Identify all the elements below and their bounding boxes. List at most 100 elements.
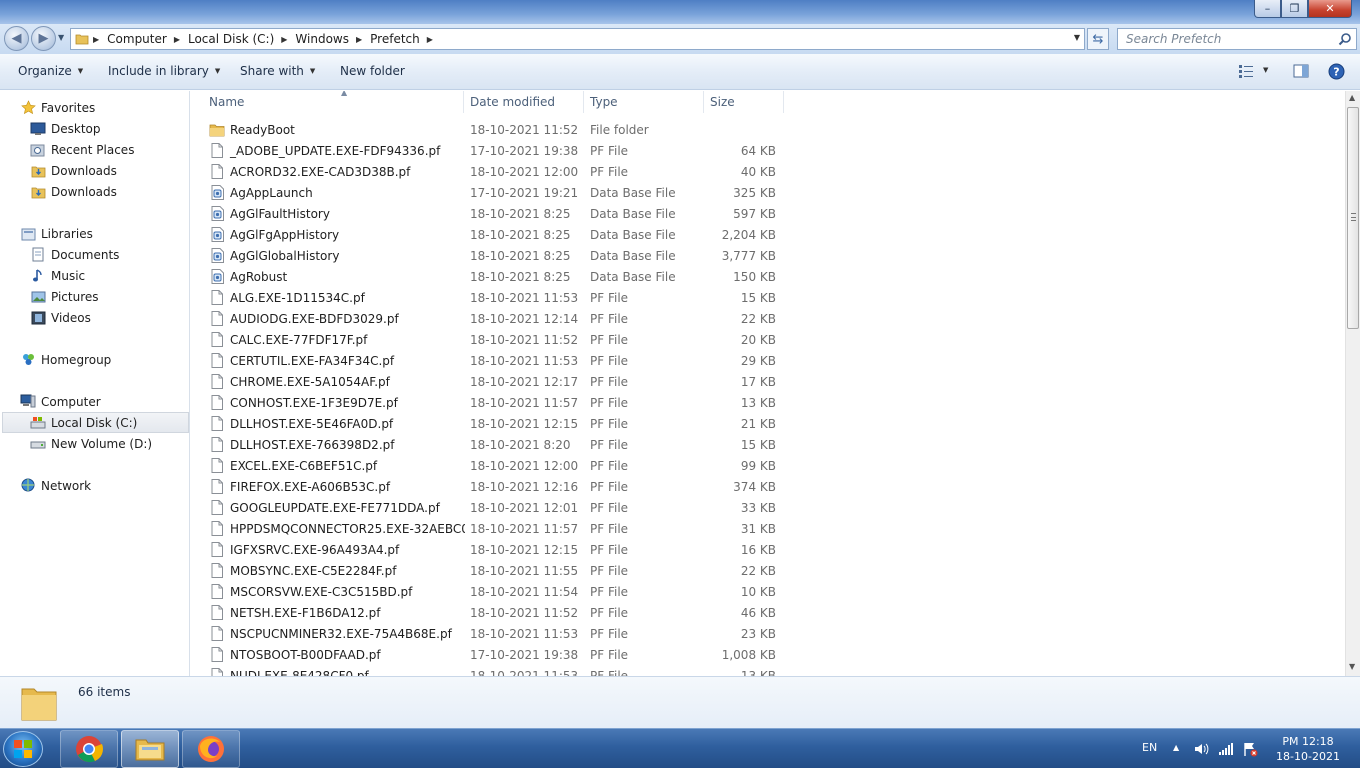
nav-favorites[interactable]: Favorites [20, 97, 95, 118]
file-name-label: _ADOBE_UPDATE.EXE-FDF94336.pf [230, 143, 441, 158]
nav-videos[interactable]: Videos [30, 307, 91, 328]
refresh-button[interactable]: ⇆ [1087, 28, 1109, 50]
minimize-button[interactable]: – [1254, 0, 1281, 18]
breadcrumb-prefetch[interactable]: Prefetch [370, 29, 420, 49]
share-with-menu[interactable]: Share with ▼ [240, 64, 315, 78]
file-name: ReadyBoot [209, 119, 465, 140]
file-row[interactable]: AgRobust 18-10-2021 8:25 Data Base File 150… [191, 266, 791, 287]
breadcrumb-computer[interactable]: Computer [107, 29, 167, 49]
address-field[interactable]: ▶ Computer ▶ Local Disk (C:) ▶ Windows ▶… [70, 28, 1085, 50]
view-options-dropdown-icon[interactable]: ▼ [1263, 66, 1268, 74]
file-row[interactable]: ReadyBoot 18-10-2021 11:52 File folder [191, 119, 791, 140]
search-input[interactable]: Search Prefetch [1117, 28, 1357, 50]
file-row[interactable]: _ADOBE_UPDATE.EXE-FDF94336.pf 17-10-2021 … [191, 140, 791, 161]
scroll-up-icon[interactable]: ▲ [1349, 93, 1355, 102]
back-button[interactable]: ◀ [4, 26, 29, 51]
scrollbar-thumb[interactable] [1347, 107, 1359, 329]
nav-documents[interactable]: Documents [30, 244, 119, 265]
taskbar-chrome[interactable] [60, 730, 118, 768]
nav-downloads-1[interactable]: Downloads [30, 160, 117, 181]
file-row[interactable]: CERTUTIL.EXE-FA34F34C.pf 18-10-2021 11:53… [191, 350, 791, 371]
breadcrumb-local-disk[interactable]: Local Disk (C:) [188, 29, 274, 49]
taskbar-firefox[interactable] [182, 730, 240, 768]
file-name-label: ReadyBoot [230, 122, 295, 137]
file-row[interactable]: NUDI.EXE-8E428CF0.pf 18-10-2021 11:53 PF F… [191, 665, 791, 676]
file-name: AgGlGlobalHistory [209, 245, 465, 266]
nav-pictures[interactable]: Pictures [30, 286, 99, 307]
file-icon [209, 626, 225, 642]
file-row[interactable]: EXCEL.EXE-C6BEF51C.pf 18-10-2021 12:00 PF … [191, 455, 791, 476]
scroll-down-icon[interactable]: ▼ [1349, 662, 1355, 671]
address-history-dropdown-icon[interactable]: ▼ [1074, 33, 1080, 42]
view-options-icon[interactable] [1238, 63, 1254, 79]
nav-local-disk-c[interactable]: Local Disk (C:) [2, 412, 189, 433]
close-button[interactable]: ✕ [1308, 0, 1352, 18]
file-type: PF File [590, 647, 629, 662]
breadcrumb-separator-icon[interactable]: ▶ [174, 35, 180, 44]
new-folder-button[interactable]: New folder [340, 64, 405, 78]
nav-homegroup[interactable]: Homegroup [20, 349, 111, 370]
firefox-icon [198, 736, 224, 762]
forward-button[interactable]: ▶ [31, 26, 56, 51]
file-size: 99 KB [740, 458, 776, 473]
include-in-library-menu[interactable]: Include in library ▼ [108, 64, 220, 78]
column-header-size[interactable]: Size [704, 91, 784, 113]
file-row[interactable]: ACRORD32.EXE-CAD3D38B.pf 18-10-2021 12:00… [191, 161, 791, 182]
file-row[interactable]: NSCPUCNMINER32.EXE-75A4B68E.pf 18-10-2021… [191, 623, 791, 644]
column-header-date[interactable]: Date modified [464, 91, 584, 113]
start-button[interactable] [3, 731, 43, 767]
column-header-name[interactable]: Name ▲ [203, 91, 464, 113]
file-row[interactable]: AgGlFgAppHistory 18-10-2021 8:25 Data Base… [191, 224, 791, 245]
file-date: 18-10-2021 11:53 [470, 668, 579, 677]
nav-computer[interactable]: Computer [20, 391, 101, 412]
file-row[interactable]: NTOSBOOT-B00DFAAD.pf 17-10-2021 19:38 PF F… [191, 644, 791, 665]
nav-network[interactable]: Network [20, 475, 91, 496]
breadcrumb-separator-icon[interactable]: ▶ [427, 35, 433, 44]
maximize-button[interactable]: ❐ [1281, 0, 1308, 18]
nav-new-volume-d[interactable]: New Volume (D:) [30, 433, 152, 454]
file-row[interactable]: IGFXSRVC.EXE-96A493A4.pf 18-10-2021 12:15… [191, 539, 791, 560]
breadcrumb-separator-icon[interactable]: ▶ [93, 35, 99, 44]
vertical-scrollbar[interactable]: ▲ ▼ [1345, 91, 1360, 676]
nav-desktop[interactable]: Desktop [30, 118, 101, 139]
file-name-label: MSCORSVW.EXE-C3C515BD.pf [230, 584, 413, 599]
action-center-flag-icon[interactable] [1242, 741, 1258, 757]
file-row[interactable]: NETSH.EXE-F1B6DA12.pf 18-10-2021 11:52 PF … [191, 602, 791, 623]
nav-music[interactable]: Music [30, 265, 85, 286]
preview-pane-icon[interactable] [1293, 63, 1309, 79]
clock[interactable]: PM 12:18 18-10-2021 [1268, 734, 1348, 764]
recent-pages-dropdown-icon[interactable]: ▼ [58, 33, 64, 42]
network-signal-icon[interactable] [1218, 741, 1234, 757]
file-row[interactable]: AUDIODG.EXE-BDFD3029.pf 18-10-2021 12:14 P… [191, 308, 791, 329]
breadcrumb-windows[interactable]: Windows [295, 29, 349, 49]
column-header-type[interactable]: Type [584, 91, 704, 113]
speaker-icon[interactable] [1193, 741, 1209, 757]
show-hidden-icons-icon[interactable]: ▲ [1173, 743, 1179, 752]
file-row[interactable]: FIREFOX.EXE-A606B53C.pf 18-10-2021 12:16 P… [191, 476, 791, 497]
file-row[interactable]: CONHOST.EXE-1F3E9D7E.pf 18-10-2021 11:57 P… [191, 392, 791, 413]
file-date: 18-10-2021 11:52 [470, 122, 579, 137]
nav-recent-places[interactable]: Recent Places [30, 139, 134, 160]
file-row[interactable]: DLLHOST.EXE-766398D2.pf 18-10-2021 8:20 PF… [191, 434, 791, 455]
file-row[interactable]: AgGlFaultHistory 18-10-2021 8:25 Data Base… [191, 203, 791, 224]
organize-menu[interactable]: Organize ▼ [18, 64, 83, 78]
taskbar-file-explorer[interactable] [121, 730, 179, 768]
file-row[interactable]: CALC.EXE-77FDF17F.pf 18-10-2021 11:52 PF F… [191, 329, 791, 350]
file-row[interactable]: MOBSYNC.EXE-C5E2284F.pf 18-10-2021 11:55 P… [191, 560, 791, 581]
file-row[interactable]: AgAppLaunch 17-10-2021 19:21 Data Base Fil… [191, 182, 791, 203]
file-row[interactable]: HPPDSMQCONNECTOR25.EXE-32AEBC0... 18-10-2… [191, 518, 791, 539]
file-row[interactable]: GOOGLEUPDATE.EXE-FE771DDA.pf 18-10-2021 1… [191, 497, 791, 518]
breadcrumb-separator-icon[interactable]: ▶ [281, 35, 287, 44]
nav-libraries[interactable]: Libraries [20, 223, 93, 244]
nav-downloads-2[interactable]: Downloads [30, 181, 117, 202]
breadcrumb-separator-icon[interactable]: ▶ [356, 35, 362, 44]
search-icon[interactable] [1338, 32, 1352, 46]
file-row[interactable]: ALG.EXE-1D11534C.pf 18-10-2021 11:53 PF Fi… [191, 287, 791, 308]
file-row[interactable]: DLLHOST.EXE-5E46FA0D.pf 18-10-2021 12:15 P… [191, 413, 791, 434]
language-indicator[interactable]: EN [1142, 741, 1157, 754]
file-size: 46 KB [740, 605, 776, 620]
help-icon[interactable]: ? [1328, 63, 1345, 80]
file-row[interactable]: MSCORSVW.EXE-C3C515BD.pf 18-10-2021 11:54… [191, 581, 791, 602]
file-row[interactable]: CHROME.EXE-5A1054AF.pf 18-10-2021 12:17 PF… [191, 371, 791, 392]
file-row[interactable]: AgGlGlobalHistory 18-10-2021 8:25 Data Bas… [191, 245, 791, 266]
